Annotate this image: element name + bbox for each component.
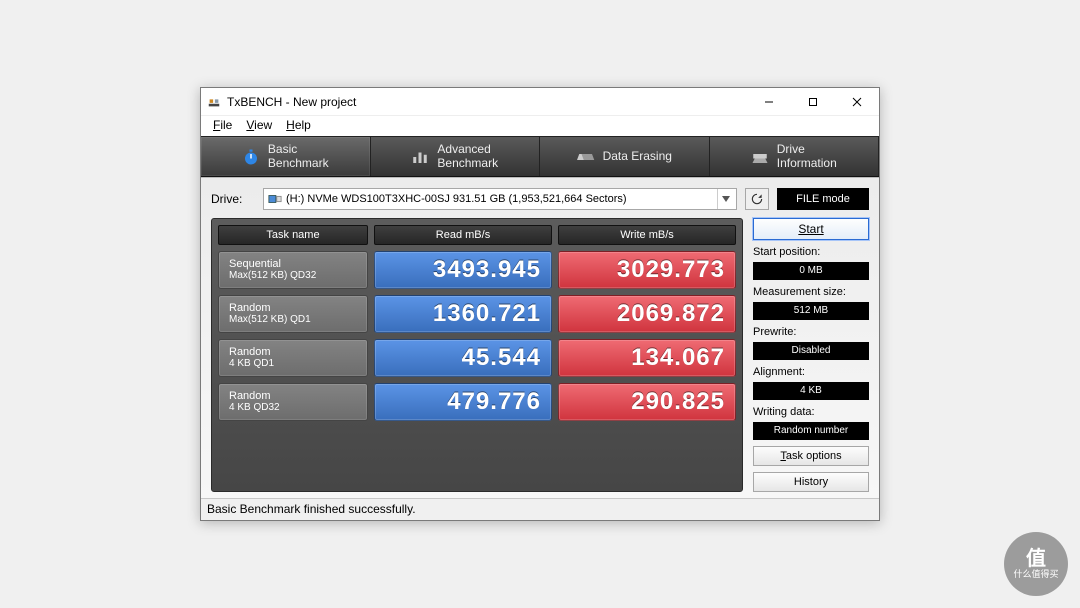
task-cell[interactable]: Random4 KB QD32 (218, 383, 368, 421)
tab-data-erasing[interactable]: Data Erasing (540, 137, 710, 175)
write-value: 134.067 (558, 339, 736, 377)
stopwatch-icon (242, 148, 260, 166)
task-line1: Random (229, 302, 357, 315)
start-position-value[interactable]: 0 MB (753, 262, 869, 280)
minimize-button[interactable] (747, 88, 791, 116)
watermark-badge: 值 什么值得买 (1004, 532, 1068, 596)
maximize-button[interactable] (791, 88, 835, 116)
measurement-size-value[interactable]: 512 MB (753, 302, 869, 320)
task-cell[interactable]: RandomMax(512 KB) QD1 (218, 295, 368, 333)
prewrite-value[interactable]: Disabled (753, 342, 869, 360)
tab-advanced-benchmark[interactable]: AdvancedBenchmark (371, 137, 541, 175)
tab-drive-information[interactable]: DriveInformation (710, 137, 880, 175)
write-value: 2069.872 (558, 295, 736, 333)
menu-help[interactable]: Help (280, 116, 317, 134)
tab-label-line2: Benchmark (268, 157, 329, 170)
file-mode-button[interactable]: FILE mode (777, 188, 869, 210)
drive-select[interactable]: (H:) NVMe WDS100T3XHC-00SJ 931.51 GB (1,… (263, 188, 737, 210)
writing-data-label: Writing data: (753, 406, 869, 418)
history-button[interactable]: History (753, 472, 869, 492)
task-options-button[interactable]: Task options (753, 446, 869, 466)
titlebar: TxBENCH - New project (201, 88, 879, 116)
start-button[interactable]: Start (753, 218, 869, 240)
table-row: RandomMax(512 KB) QD1 1360.721 2069.872 (218, 295, 736, 333)
task-line1: Sequential (229, 258, 357, 271)
read-value: 1360.721 (374, 295, 552, 333)
tab-label-line2: Information (777, 157, 837, 170)
table-row: SequentialMax(512 KB) QD32 3493.945 3029… (218, 251, 736, 289)
app-window: TxBENCH - New project File View Help Bas… (200, 87, 880, 520)
tab-label-line2: Benchmark (437, 157, 498, 170)
erase-icon (577, 148, 595, 166)
menu-file[interactable]: File (207, 116, 238, 134)
write-value: 3029.773 (558, 251, 736, 289)
tabbar: BasicBenchmark AdvancedBenchmark Data Er… (201, 136, 879, 176)
close-button[interactable] (835, 88, 879, 116)
task-line2: 4 KB QD1 (229, 358, 357, 370)
side-panel: Start Start position: 0 MB Measurement s… (753, 218, 869, 492)
start-position-label: Start position: (753, 246, 869, 258)
task-line1: Random (229, 346, 357, 359)
header-read: Read mB/s (374, 225, 552, 245)
tab-label-line1: Advanced (437, 142, 490, 156)
grid-area: Task name Read mB/s Write mB/s Sequentia… (211, 218, 869, 492)
alignment-label: Alignment: (753, 366, 869, 378)
chevron-down-icon (717, 189, 734, 209)
menu-view[interactable]: View (240, 116, 278, 134)
drive-row: Drive: (H:) NVMe WDS100T3XHC-00SJ 931.51… (211, 188, 869, 210)
benchmark-table: Task name Read mB/s Write mB/s Sequentia… (211, 218, 743, 492)
tab-label-line1: Data Erasing (603, 149, 672, 163)
menubar: File View Help (201, 116, 879, 136)
tab-label-line1: Drive (777, 142, 805, 156)
task-line2: Max(512 KB) QD1 (229, 314, 357, 326)
table-row: Random4 KB QD1 45.544 134.067 (218, 339, 736, 377)
bar-chart-icon (411, 148, 429, 166)
status-bar: Basic Benchmark finished successfully. (201, 498, 879, 520)
header-task: Task name (218, 225, 368, 245)
drive-label: Drive: (211, 192, 255, 206)
content-area: Drive: (H:) NVMe WDS100T3XHC-00SJ 931.51… (201, 177, 879, 498)
read-value: 479.776 (374, 383, 552, 421)
drive-selected-text: (H:) NVMe WDS100T3XHC-00SJ 931.51 GB (1,… (286, 193, 713, 205)
refresh-button[interactable] (745, 188, 769, 210)
refresh-icon (750, 192, 764, 206)
window-controls (747, 88, 879, 116)
task-cell[interactable]: Random4 KB QD1 (218, 339, 368, 377)
tab-label-line1: Basic (268, 142, 297, 156)
task-line1: Random (229, 390, 357, 403)
table-row: Random4 KB QD32 479.776 290.825 (218, 383, 736, 421)
drive-info-icon (751, 148, 769, 166)
read-value: 45.544 (374, 339, 552, 377)
title-text: TxBENCH - New project (227, 95, 356, 109)
read-value: 3493.945 (374, 251, 552, 289)
measurement-size-label: Measurement size: (753, 286, 869, 298)
alignment-value[interactable]: 4 KB (753, 382, 869, 400)
disk-icon (268, 193, 282, 205)
task-line2: 4 KB QD32 (229, 402, 357, 414)
task-cell[interactable]: SequentialMax(512 KB) QD32 (218, 251, 368, 289)
tab-basic-benchmark[interactable]: BasicBenchmark (201, 137, 371, 175)
task-line2: Max(512 KB) QD32 (229, 270, 357, 282)
header-write: Write mB/s (558, 225, 736, 245)
writing-data-value[interactable]: Random number (753, 422, 869, 440)
write-value: 290.825 (558, 383, 736, 421)
app-icon (207, 95, 221, 109)
prewrite-label: Prewrite: (753, 326, 869, 338)
